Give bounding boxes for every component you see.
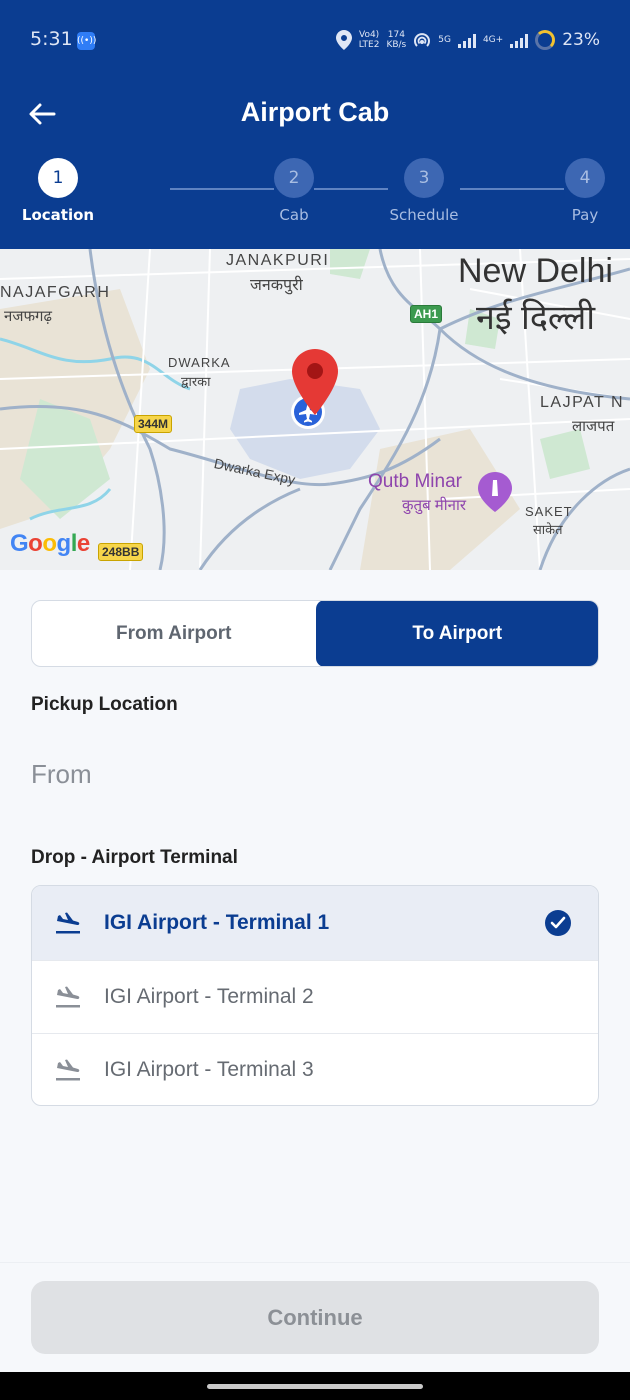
map-label-najafgarh: NAJAFGARH (0, 284, 111, 301)
hotspot-icon (414, 33, 431, 47)
pickup-location-input[interactable] (31, 752, 599, 796)
map-view[interactable]: JANAKPURI जनकपुरी New Delhi नई दिल्ली NA… (0, 249, 630, 570)
step-3-label: Schedule (389, 206, 459, 224)
status-time: 5:31 (30, 28, 73, 50)
notification-icon: ((•)) (77, 32, 96, 50)
stepper-connector (460, 188, 564, 190)
status-indicators: Vo4) LTE2 174 KB/s 5G 4G+ 23% (335, 30, 600, 50)
step-4-label: Pay (571, 206, 599, 224)
map-label-saket-hindi: साकेत (533, 522, 563, 537)
map-label-najafgarh-hindi: नजफगढ़ (4, 308, 52, 325)
step-4-circle: 4 (565, 158, 605, 198)
map-label-dwarka: DWARKA (168, 355, 231, 370)
step-1-label: Location (21, 206, 95, 224)
flight-land-icon (56, 986, 80, 1008)
location-icon (335, 30, 352, 50)
map-label-dwarka-hindi: द्वारका (181, 374, 211, 389)
terminal-option-label: IGI Airport - Terminal 1 (104, 911, 330, 934)
terminal-option-1[interactable]: IGI Airport - Terminal 1 (32, 886, 598, 960)
google-logo: Google (10, 530, 90, 557)
flight-land-icon (56, 912, 80, 934)
flight-land-icon (56, 1059, 80, 1081)
step-3-circle: 3 (404, 158, 444, 198)
battery-icon (535, 30, 556, 50)
road-shield-248bb: 248BB (98, 543, 144, 561)
network-type: Vo4) LTE2 (358, 30, 380, 50)
system-navigation-bar (0, 1372, 630, 1400)
terminal-option-2[interactable]: IGI Airport - Terminal 2 (32, 960, 598, 1033)
road-shield-ah1: AH1 (410, 305, 443, 323)
stepper-connector (314, 188, 388, 190)
terminal-option-label: IGI Airport - Terminal 3 (104, 1058, 314, 1081)
to-airport-tab[interactable]: To Airport (315, 601, 598, 666)
map-label-janakpuri-hindi: जनकपुरी (250, 277, 303, 294)
gesture-handle[interactable] (207, 1384, 423, 1389)
battery-percent: 23% (562, 30, 600, 50)
step-2-circle: 2 (274, 158, 314, 198)
terminal-option-label: IGI Airport - Terminal 2 (104, 985, 314, 1008)
from-airport-tab[interactable]: From Airport (32, 601, 316, 666)
signal-4g-label: 4G+ (482, 35, 504, 45)
trip-direction-toggle: From Airport To Airport (31, 600, 599, 667)
map-label-qutb-minar: Qutb Minar (368, 471, 462, 492)
road-shield-344m: 344M (134, 415, 173, 433)
terminal-list: IGI Airport - Terminal 1 IGI Airport - T… (31, 885, 599, 1106)
map-label-saket: SAKET (525, 504, 573, 519)
pickup-location-label: Pickup Location (31, 694, 178, 715)
check-circle-icon (545, 910, 571, 936)
location-pin-icon (292, 349, 338, 415)
landmark-marker-icon (478, 472, 512, 512)
map-label-janakpuri: JANAKPURI (226, 252, 330, 269)
stepper-connector (170, 188, 274, 190)
map-label-lajpat-hindi: लाजपत (572, 418, 615, 435)
terminal-option-3[interactable]: IGI Airport - Terminal 3 (32, 1033, 598, 1105)
signal-5g-icon (457, 32, 476, 48)
map-label-new-delhi: New Delhi (458, 252, 613, 290)
signal-5g-label: 5G (438, 35, 451, 45)
continue-button[interactable]: Continue (31, 1281, 599, 1354)
map-label-qutb-minar-hindi: कुतुब मीनार (402, 497, 467, 514)
map-label-new-delhi-hindi: नई दिल्ली (476, 299, 596, 337)
step-1-circle: 1 (38, 158, 78, 198)
step-2-label: Cab (279, 206, 309, 224)
status-bar: 5:31 ((•)) Vo4) LTE2 174 KB/s 5G 4G+ 23% (0, 0, 630, 84)
map-label-lajpat: LAJPAT N (540, 394, 625, 411)
signal-4g-icon (510, 32, 529, 48)
network-speed: 174 KB/s (386, 30, 407, 50)
app-header: 5:31 ((•)) Vo4) LTE2 174 KB/s 5G 4G+ 23%… (0, 0, 630, 249)
page-title: Airport Cab (240, 97, 390, 127)
drop-terminal-label: Drop - Airport Terminal (31, 847, 238, 868)
